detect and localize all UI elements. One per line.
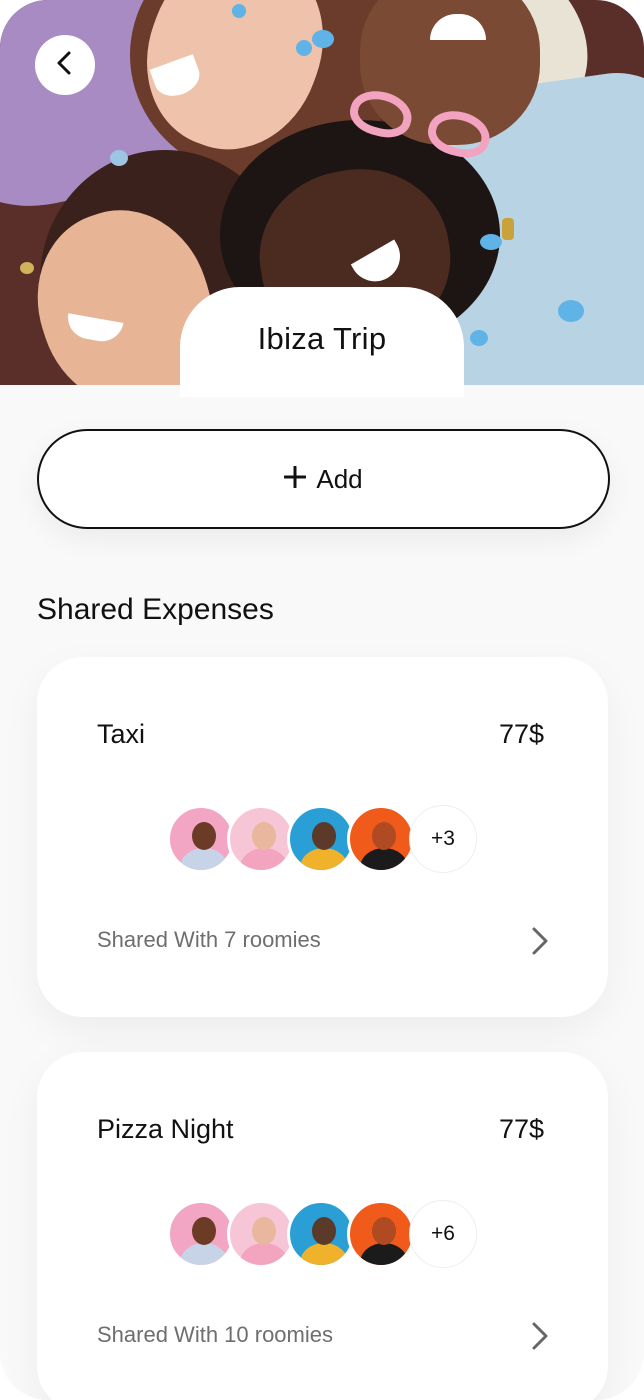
more-members-badge: +3 bbox=[409, 805, 477, 873]
photo-confetti bbox=[110, 150, 128, 166]
add-button-label: Add bbox=[316, 463, 363, 494]
expense-amount: 77$ bbox=[498, 719, 544, 749]
plus-icon bbox=[283, 465, 307, 492]
photo-confetti bbox=[480, 234, 502, 250]
chevron-left-icon bbox=[54, 50, 76, 80]
chevron-right-icon[interactable] bbox=[526, 1318, 554, 1354]
chevron-right-icon[interactable] bbox=[526, 923, 554, 959]
expense-amount: 77$ bbox=[498, 1114, 544, 1144]
expense-name: Taxi bbox=[97, 719, 146, 749]
app-screen: Ibiza Trip Add Shared Expenses Taxi 77$ bbox=[0, 0, 644, 1400]
avatar-group: +6 bbox=[167, 1200, 487, 1268]
photo-confetti bbox=[470, 330, 488, 346]
avatar-group: +3 bbox=[167, 805, 487, 873]
photo-confetti bbox=[312, 30, 334, 48]
avatar bbox=[167, 805, 235, 873]
content-sheet: Add Shared Expenses Taxi 77$ +3 Shared W… bbox=[0, 385, 644, 1400]
photo-confetti bbox=[20, 262, 34, 274]
shared-with-text: Shared With 7 roomies bbox=[97, 927, 321, 952]
photo-confetti bbox=[296, 40, 312, 56]
expense-name: Pizza Night bbox=[97, 1114, 234, 1144]
avatar bbox=[287, 805, 355, 873]
add-button[interactable]: Add bbox=[37, 429, 610, 529]
avatar bbox=[167, 1200, 235, 1268]
shared-with-text: Shared With 10 roomies bbox=[97, 1322, 333, 1347]
title-tab: Ibiza Trip bbox=[180, 287, 464, 397]
avatar bbox=[227, 1200, 295, 1268]
avatar bbox=[347, 1200, 415, 1268]
avatar bbox=[227, 805, 295, 873]
more-members-badge: +6 bbox=[409, 1200, 477, 1268]
avatar bbox=[287, 1200, 355, 1268]
photo-confetti bbox=[558, 300, 584, 322]
back-button[interactable] bbox=[35, 35, 95, 95]
photo-confetti bbox=[232, 4, 246, 18]
avatar bbox=[347, 805, 415, 873]
expense-card[interactable]: Taxi 77$ +3 Shared With 7 roomies bbox=[37, 657, 608, 1017]
section-title: Shared Expenses bbox=[37, 593, 274, 626]
page-title: Ibiza Trip bbox=[257, 321, 387, 356]
photo-confetti bbox=[502, 218, 514, 240]
expense-card[interactable]: Pizza Night 77$ +6 Shared With 10 roomie… bbox=[37, 1052, 608, 1400]
